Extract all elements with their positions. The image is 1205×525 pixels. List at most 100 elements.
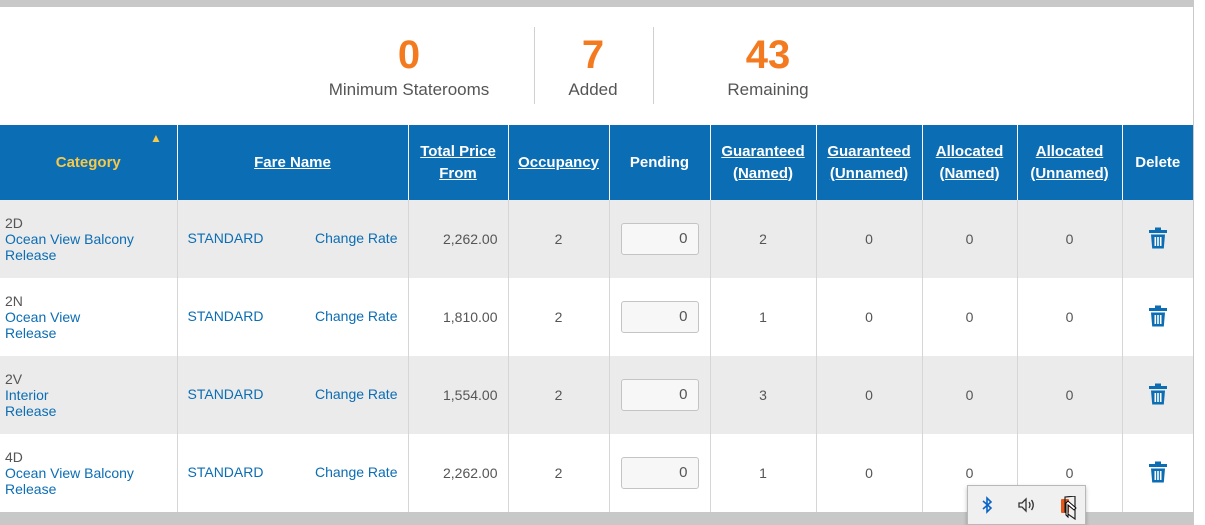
guaranteed-unnamed-value: 0: [815, 356, 922, 434]
top-scroll-edge: [0, 0, 1205, 7]
occupancy-value: 2: [507, 356, 609, 434]
guaranteed-unnamed-value: 0: [815, 278, 922, 356]
allocated-named-header[interactable]: Allocated (Named): [921, 125, 1017, 200]
delete-header: Delete: [1121, 125, 1193, 200]
total-price-value: 1,810.00: [407, 278, 508, 356]
occupancy-value: 2: [507, 200, 609, 278]
category-cell: 4D Ocean View Balcony Release: [0, 434, 177, 512]
table-row: 2D Ocean View Balcony Release STANDARD C…: [0, 200, 1193, 278]
guaranteed-unnamed-value: 0: [815, 200, 922, 278]
bluetooth-icon[interactable]: [981, 496, 993, 514]
delete-cell: [1121, 434, 1193, 512]
pending-input[interactable]: 0: [620, 457, 699, 489]
table-row: 2N Ocean View Release STANDARD Change Ra…: [0, 278, 1193, 356]
release-link[interactable]: Release: [5, 481, 177, 497]
office-icon[interactable]: [1059, 496, 1081, 520]
change-rate-link[interactable]: Change Rate: [315, 308, 398, 324]
category-name-link[interactable]: Interior: [5, 387, 177, 403]
total-price-value: 1,554.00: [407, 356, 508, 434]
pending-input[interactable]: 0: [620, 301, 699, 333]
pending-input[interactable]: 0: [620, 223, 699, 255]
fare-name-link[interactable]: STANDARD: [188, 230, 264, 246]
table-header-row: ▲ Category Fare Name Total Price From Oc…: [0, 125, 1193, 200]
category-cell: 2D Ocean View Balcony Release: [0, 200, 177, 278]
divider: [534, 27, 535, 104]
added-label: Added: [568, 80, 618, 99]
category-code: 2N: [5, 293, 23, 309]
fare-cell: STANDARD Change Rate: [176, 278, 408, 356]
change-rate-link[interactable]: Change Rate: [315, 386, 398, 402]
remaining-label: Remaining: [727, 80, 809, 99]
release-link[interactable]: Release: [5, 403, 177, 419]
stateroom-table: ▲ Category Fare Name Total Price From Oc…: [0, 125, 1193, 512]
allocated-named-value: 0: [921, 200, 1017, 278]
pending-cell: 0: [608, 434, 710, 512]
allocated-unnamed-value: 0: [1016, 278, 1122, 356]
fare-cell: STANDARD Change Rate: [176, 434, 408, 512]
allocated-named-value: 0: [921, 356, 1017, 434]
guaranteed-unnamed-header[interactable]: Guaranteed (Unnamed): [815, 125, 922, 200]
occupancy-header[interactable]: Occupancy: [507, 125, 609, 200]
guaranteed-named-value: 2: [709, 200, 816, 278]
total-price-header[interactable]: Total Price From: [407, 125, 508, 200]
occupancy-value: 2: [507, 278, 609, 356]
right-edge: [1193, 0, 1205, 525]
pending-cell: 0: [608, 356, 710, 434]
pending-input[interactable]: 0: [620, 379, 699, 411]
remaining-value: 43: [745, 33, 791, 77]
remaining-stat: 43 Remaining: [718, 35, 818, 100]
pending-cell: 0: [608, 278, 710, 356]
guaranteed-named-value: 1: [709, 278, 816, 356]
trash-icon[interactable]: [1148, 305, 1168, 327]
minimum-staterooms-label: Minimum Staterooms: [328, 80, 490, 99]
fare-cell: STANDARD Change Rate: [176, 356, 408, 434]
change-rate-link[interactable]: Change Rate: [315, 464, 398, 480]
trash-icon[interactable]: [1148, 461, 1168, 483]
guaranteed-named-header[interactable]: Guaranteed (Named): [709, 125, 816, 200]
allocated-unnamed-header[interactable]: Allocated (Unnamed): [1016, 125, 1122, 200]
table-row: 2V Interior Release STANDARD Change Rate…: [0, 356, 1193, 434]
category-code: 4D: [5, 449, 23, 465]
added-stat: 7 Added: [548, 35, 638, 100]
fare-name-link[interactable]: STANDARD: [188, 308, 264, 324]
release-link[interactable]: Release: [5, 247, 177, 263]
pending-header: Pending: [608, 125, 710, 200]
delete-cell: [1121, 356, 1193, 434]
delete-cell: [1121, 200, 1193, 278]
occupancy-value: 2: [507, 434, 609, 512]
category-name-link[interactable]: Ocean View: [5, 309, 177, 325]
stateroom-summary: 0 Minimum Staterooms 7 Added 43 Remainin…: [0, 7, 1193, 125]
category-code: 2V: [5, 371, 23, 387]
total-price-value: 2,262.00: [407, 200, 508, 278]
trash-icon[interactable]: [1148, 227, 1168, 249]
guaranteed-named-value: 3: [709, 356, 816, 434]
category-name-link[interactable]: Ocean View Balcony: [5, 465, 177, 481]
sort-ascending-icon: ▲: [150, 131, 162, 145]
fare-cell: STANDARD Change Rate: [176, 200, 408, 278]
category-name-link[interactable]: Ocean View Balcony: [5, 231, 177, 247]
allocated-unnamed-value: 0: [1016, 356, 1122, 434]
release-link[interactable]: Release: [5, 325, 177, 341]
system-tray-overflow: [967, 485, 1086, 525]
minimum-staterooms-stat: 0 Minimum Staterooms: [320, 35, 498, 100]
trash-icon[interactable]: [1148, 383, 1168, 405]
fare-name-header[interactable]: Fare Name: [176, 125, 408, 200]
divider: [653, 27, 654, 104]
speaker-icon[interactable]: [1017, 496, 1037, 514]
allocated-named-value: 0: [921, 278, 1017, 356]
pending-cell: 0: [608, 200, 710, 278]
allocated-unnamed-value: 0: [1016, 200, 1122, 278]
guaranteed-unnamed-value: 0: [815, 434, 922, 512]
delete-cell: [1121, 278, 1193, 356]
fare-name-link[interactable]: STANDARD: [188, 464, 264, 480]
guaranteed-named-value: 1: [709, 434, 816, 512]
category-cell: 2N Ocean View Release: [0, 278, 177, 356]
category-code: 2D: [5, 215, 23, 231]
change-rate-link[interactable]: Change Rate: [315, 230, 398, 246]
category-cell: 2V Interior Release: [0, 356, 177, 434]
fare-name-link[interactable]: STANDARD: [188, 386, 264, 402]
added-value: 7: [581, 33, 605, 77]
total-price-value: 2,262.00: [407, 434, 508, 512]
minimum-staterooms-value: 0: [397, 33, 421, 77]
category-header[interactable]: ▲ Category: [0, 125, 177, 200]
